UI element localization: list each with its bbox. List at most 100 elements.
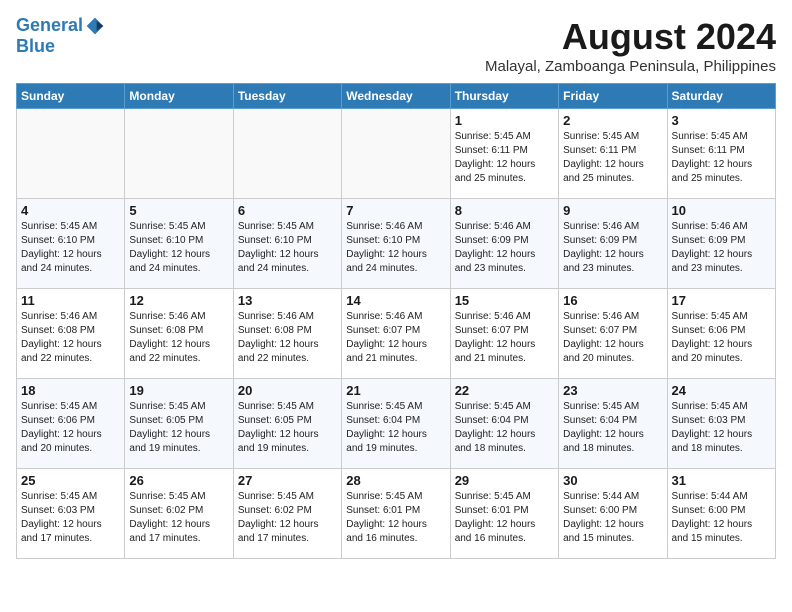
day-number: 24 (672, 383, 771, 398)
day-cell: 23Sunrise: 5:45 AM Sunset: 6:04 PM Dayli… (559, 379, 667, 469)
day-info: Sunrise: 5:46 AM Sunset: 6:07 PM Dayligh… (346, 310, 445, 366)
week-row-5: 25 Sunrise: 5:45 AM Sunset: 6:03 PM Dayli… (17, 469, 776, 559)
day-cell: 22 Sunrise: 5:45 AM Sunset: 6:04 PM Dayli… (450, 379, 558, 469)
calendar-table: SundayMondayTuesdayWednesdayThursdayFrid… (16, 83, 776, 559)
day-info: Sunrise: 5:46 AM Sunset: 6:07 PM Dayligh… (455, 310, 554, 366)
day-info: Sunrise: 5:45 AM Sunset: 6:11 PM Dayligh… (672, 130, 771, 186)
title-block: August 2024 Malayal, Zamboanga Peninsula… (485, 16, 776, 75)
day-info: Sunrise: 5:45 AM Sunset: 6:06 PM Dayligh… (21, 400, 120, 456)
day-info: Sunrise: 5:45 AM Sunset: 6:05 PM Dayligh… (238, 400, 337, 456)
day-number: 1 (455, 113, 554, 128)
day-number: 18 (21, 383, 120, 398)
day-info: Sunrise: 5:46 AM Sunset: 6:09 PM Dayligh… (672, 220, 771, 276)
logo-text: General (16, 16, 105, 36)
day-cell: 6 Sunrise: 5:45 AM Sunset: 6:10 PM Daylig… (233, 199, 341, 289)
logo-line2: Blue (16, 36, 105, 57)
day-cell: 30 Sunrise: 5:44 AM Sunset: 6:00 PM Dayli… (559, 469, 667, 559)
day-info: Sunrise: 5:46 AM Sunset: 6:08 PM Dayligh… (21, 310, 120, 366)
day-info: Sunrise: 5:45 AM Sunset: 6:04 PM Dayligh… (455, 400, 554, 456)
day-cell: 10Sunrise: 5:46 AM Sunset: 6:09 PM Dayli… (667, 199, 775, 289)
day-cell: 3 Sunrise: 5:45 AM Sunset: 6:11 PM Daylig… (667, 109, 775, 199)
day-info: Sunrise: 5:45 AM Sunset: 6:11 PM Dayligh… (455, 130, 554, 186)
calendar-header: SundayMondayTuesdayWednesdayThursdayFrid… (17, 84, 776, 109)
day-cell: 9Sunrise: 5:46 AM Sunset: 6:09 PM Daylig… (559, 199, 667, 289)
day-cell: 8 Sunrise: 5:46 AM Sunset: 6:09 PM Daylig… (450, 199, 558, 289)
day-cell: 5 Sunrise: 5:45 AM Sunset: 6:10 PM Daylig… (125, 199, 233, 289)
day-info: Sunrise: 5:46 AM Sunset: 6:09 PM Dayligh… (455, 220, 554, 276)
logo: General Blue (16, 16, 105, 57)
day-cell: 18 Sunrise: 5:45 AM Sunset: 6:06 PM Dayli… (17, 379, 125, 469)
day-number: 21 (346, 383, 445, 398)
calendar-subtitle: Malayal, Zamboanga Peninsula, Philippine… (485, 58, 776, 75)
header-cell-sunday: Sunday (17, 84, 125, 109)
day-number: 19 (129, 383, 228, 398)
day-info: Sunrise: 5:45 AM Sunset: 6:10 PM Dayligh… (129, 220, 228, 276)
day-number: 7 (346, 203, 445, 218)
day-info: Sunrise: 5:45 AM Sunset: 6:03 PM Dayligh… (672, 400, 771, 456)
day-number: 8 (455, 203, 554, 218)
day-cell: 12Sunrise: 5:46 AM Sunset: 6:08 PM Dayli… (125, 289, 233, 379)
day-number: 4 (21, 203, 120, 218)
day-number: 29 (455, 473, 554, 488)
day-info: Sunrise: 5:45 AM Sunset: 6:03 PM Dayligh… (21, 490, 120, 546)
day-number: 3 (672, 113, 771, 128)
day-cell: 2 Sunrise: 5:45 AM Sunset: 6:11 PM Daylig… (559, 109, 667, 199)
header-cell-saturday: Saturday (667, 84, 775, 109)
day-number: 27 (238, 473, 337, 488)
header-row: SundayMondayTuesdayWednesdayThursdayFrid… (17, 84, 776, 109)
day-cell: 21 Sunrise: 5:45 AM Sunset: 6:04 PM Dayli… (342, 379, 450, 469)
day-cell: 20 Sunrise: 5:45 AM Sunset: 6:05 PM Dayli… (233, 379, 341, 469)
day-number: 20 (238, 383, 337, 398)
day-number: 15 (455, 293, 554, 308)
header-cell-wednesday: Wednesday (342, 84, 450, 109)
day-number: 26 (129, 473, 228, 488)
day-cell: 24 Sunrise: 5:45 AM Sunset: 6:03 PM Dayli… (667, 379, 775, 469)
day-info: Sunrise: 5:45 AM Sunset: 6:04 PM Dayligh… (563, 400, 662, 456)
day-number: 25 (21, 473, 120, 488)
day-cell: 4 Sunrise: 5:45 AM Sunset: 6:10 PM Daylig… (17, 199, 125, 289)
day-cell: 14Sunrise: 5:46 AM Sunset: 6:07 PM Dayli… (342, 289, 450, 379)
header-cell-tuesday: Tuesday (233, 84, 341, 109)
day-number: 2 (563, 113, 662, 128)
day-cell: 13 Sunrise: 5:46 AM Sunset: 6:08 PM Dayli… (233, 289, 341, 379)
day-cell: 28Sunrise: 5:45 AM Sunset: 6:01 PM Dayli… (342, 469, 450, 559)
day-number: 16 (563, 293, 662, 308)
day-info: Sunrise: 5:45 AM Sunset: 6:06 PM Dayligh… (672, 310, 771, 366)
week-row-4: 18 Sunrise: 5:45 AM Sunset: 6:06 PM Dayli… (17, 379, 776, 469)
day-cell: 27Sunrise: 5:45 AM Sunset: 6:02 PM Dayli… (233, 469, 341, 559)
header-cell-friday: Friday (559, 84, 667, 109)
day-cell: 17 Sunrise: 5:45 AM Sunset: 6:06 PM Dayli… (667, 289, 775, 379)
day-number: 13 (238, 293, 337, 308)
day-info: Sunrise: 5:45 AM Sunset: 6:11 PM Dayligh… (563, 130, 662, 186)
day-cell: 31Sunrise: 5:44 AM Sunset: 6:00 PM Dayli… (667, 469, 775, 559)
day-cell: 19Sunrise: 5:45 AM Sunset: 6:05 PM Dayli… (125, 379, 233, 469)
day-info: Sunrise: 5:46 AM Sunset: 6:08 PM Dayligh… (238, 310, 337, 366)
day-info: Sunrise: 5:45 AM Sunset: 6:04 PM Dayligh… (346, 400, 445, 456)
day-number: 22 (455, 383, 554, 398)
page-header: General Blue August 2024 Malayal, Zamboa… (16, 16, 776, 75)
day-info: Sunrise: 5:45 AM Sunset: 6:01 PM Dayligh… (455, 490, 554, 546)
day-cell: 11 Sunrise: 5:46 AM Sunset: 6:08 PM Dayli… (17, 289, 125, 379)
day-cell: 25 Sunrise: 5:45 AM Sunset: 6:03 PM Dayli… (17, 469, 125, 559)
calendar-body: 1 Sunrise: 5:45 AM Sunset: 6:11 PM Daylig… (17, 109, 776, 559)
header-cell-monday: Monday (125, 84, 233, 109)
day-cell: 1 Sunrise: 5:45 AM Sunset: 6:11 PM Daylig… (450, 109, 558, 199)
day-number: 12 (129, 293, 228, 308)
day-info: Sunrise: 5:46 AM Sunset: 6:09 PM Dayligh… (563, 220, 662, 276)
day-number: 11 (21, 293, 120, 308)
day-info: Sunrise: 5:44 AM Sunset: 6:00 PM Dayligh… (563, 490, 662, 546)
day-number: 6 (238, 203, 337, 218)
day-cell (342, 109, 450, 199)
day-info: Sunrise: 5:45 AM Sunset: 6:10 PM Dayligh… (238, 220, 337, 276)
day-number: 17 (672, 293, 771, 308)
day-number: 30 (563, 473, 662, 488)
day-number: 5 (129, 203, 228, 218)
day-cell: 26 Sunrise: 5:45 AM Sunset: 6:02 PM Dayli… (125, 469, 233, 559)
day-cell (233, 109, 341, 199)
header-cell-thursday: Thursday (450, 84, 558, 109)
day-number: 31 (672, 473, 771, 488)
day-info: Sunrise: 5:45 AM Sunset: 6:02 PM Dayligh… (129, 490, 228, 546)
day-info: Sunrise: 5:45 AM Sunset: 6:10 PM Dayligh… (21, 220, 120, 276)
day-cell: 15 Sunrise: 5:46 AM Sunset: 6:07 PM Dayli… (450, 289, 558, 379)
day-number: 28 (346, 473, 445, 488)
